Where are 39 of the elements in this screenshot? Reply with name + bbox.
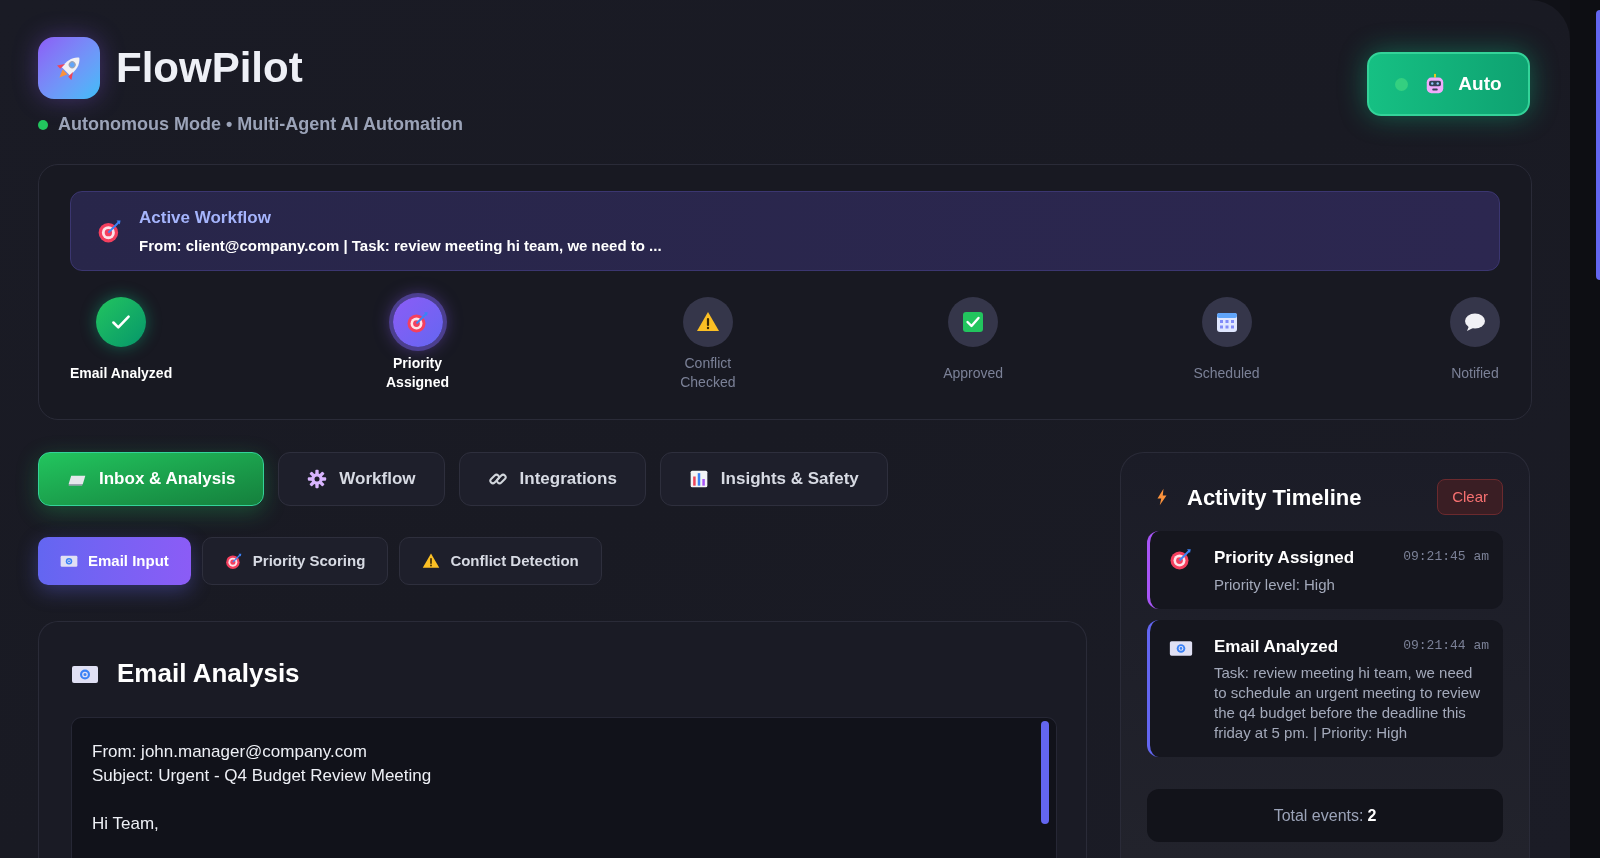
email-analysis-title: Email Analysis xyxy=(117,657,300,690)
event-title: Email Analyzed xyxy=(1214,635,1339,658)
step-label: Scheduled xyxy=(1193,363,1260,383)
step-label: Email Analyzed xyxy=(70,363,173,383)
app-title: FlowPilot xyxy=(116,43,303,93)
warning-icon xyxy=(422,552,441,570)
tab[interactable]: Workflow xyxy=(278,452,445,506)
event-time: 09:21:44 am xyxy=(1403,636,1489,655)
target-icon xyxy=(405,310,430,334)
warning-icon xyxy=(695,310,720,334)
activity-timeline-title: Activity Timeline xyxy=(1187,483,1362,512)
clear-button[interactable]: Clear xyxy=(1437,479,1503,515)
total-events: Total events: 2 xyxy=(1147,789,1503,842)
subtab[interactable]: Conflict Detection xyxy=(399,537,602,585)
scrollbar-thumb[interactable] xyxy=(1041,721,1049,824)
event-time: 09:21:45 am xyxy=(1403,548,1489,566)
tab[interactable]: Insights & Safety xyxy=(659,452,888,506)
bar-chart-icon xyxy=(688,469,709,489)
gear-icon xyxy=(307,469,328,489)
active-workflow-title: Active Workflow xyxy=(139,207,272,229)
step-label: Priority Assigned xyxy=(385,354,450,392)
event-title: Priority Assigned xyxy=(1214,547,1355,569)
subtab[interactable]: Email Input xyxy=(38,537,191,585)
tab[interactable]: Integrations xyxy=(458,452,646,506)
checkbox-icon xyxy=(961,310,986,334)
page-scrollbar-thumb[interactable] xyxy=(1596,10,1600,280)
email-input-field[interactable]: From: john.manager@company.com Subject: Urgent - Q4 Budget Review Meeting Hi Team, xyxy=(71,717,1057,858)
subtab[interactable]: Priority Scoring xyxy=(201,537,389,585)
event-detail: Priority level: High xyxy=(1214,574,1336,595)
step-label: Notified xyxy=(1451,363,1499,383)
event-detail: Task: review meeting hi team, we need to schedule an urgent meeting to review the q4 budget before the deadline this friday at 5 pm. | Priority: High xyxy=(1214,663,1481,743)
step-label: Conflict Checked xyxy=(679,354,737,392)
target-icon xyxy=(97,218,123,244)
target-icon xyxy=(224,552,243,570)
app-subtitle: Autonomous Mode • Multi-Agent AI Automation xyxy=(58,113,463,136)
active-workflow-detail: From: client@company.com | Task: review meeting hi team, we need to ... xyxy=(139,235,662,256)
step-label: Approved xyxy=(943,363,1004,383)
target-icon xyxy=(1169,547,1193,571)
calendar-icon xyxy=(1214,310,1239,334)
